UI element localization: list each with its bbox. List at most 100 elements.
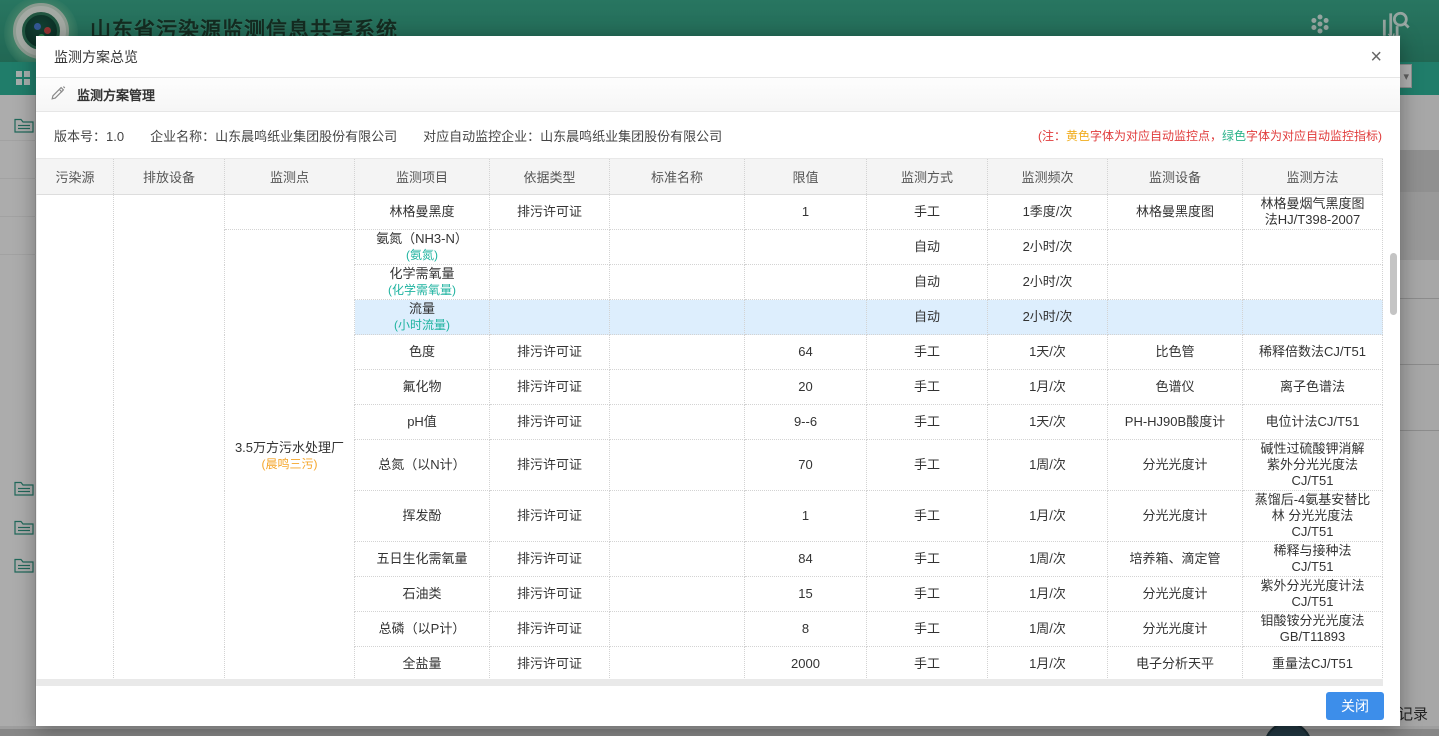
column-header: 排放设备 bbox=[114, 159, 225, 195]
table-cell bbox=[610, 542, 745, 577]
table-cell: 全盐量 bbox=[355, 647, 490, 682]
table-cell bbox=[610, 577, 745, 612]
table-cell bbox=[610, 647, 745, 682]
table-cell: 重量法CJ/T51 bbox=[1243, 647, 1383, 682]
column-header: 监测方法 bbox=[1243, 159, 1383, 195]
close-button[interactable]: 关闭 bbox=[1326, 692, 1384, 720]
table-cell: 1周/次 bbox=[988, 612, 1108, 647]
auto-company-value: 山东晨鸣纸业集团股份有限公司 bbox=[540, 129, 722, 144]
auto-monitor-sub-label: (化学需氧量) bbox=[359, 282, 485, 298]
table-cell: 蒸馏后-4氨基安替比 林 分光光度法 CJ/T51 bbox=[1243, 491, 1383, 542]
table-cell: 2小时/次 bbox=[988, 300, 1108, 335]
table-cell: 3.5万方污水处理厂(晨鸣三污) bbox=[225, 230, 355, 682]
table-cell: 64 bbox=[745, 335, 867, 370]
monitoring-plan-modal: 监测方案总览 × 监测方案管理 版本号：1.0 企业名称：山东晨鸣纸业集团股份有… bbox=[36, 36, 1400, 726]
table-cell: 1月/次 bbox=[988, 647, 1108, 682]
table-cell: 排污许可证 bbox=[490, 542, 610, 577]
auto-monitor-sub-label: (晨鸣三污) bbox=[229, 456, 350, 472]
table-cell: 色谱仪 bbox=[1108, 370, 1243, 405]
table-cell: 自动 bbox=[867, 265, 988, 300]
table-cell: 1 bbox=[745, 195, 867, 230]
table-cell: 氟化物 bbox=[355, 370, 490, 405]
table-cell: 1季度/次 bbox=[988, 195, 1108, 230]
auto-company-field: 对应自动监控企业：山东晨鸣纸业集团股份有限公司 bbox=[423, 126, 722, 145]
plan-info: 版本号：1.0 企业名称：山东晨鸣纸业集团股份有限公司 对应自动监控企业：山东晨… bbox=[54, 126, 722, 145]
legend-note: (注：黄色字体为对应自动监控点，绿色字体为对应自动监控指标) bbox=[1038, 127, 1382, 144]
table-row[interactable]: 林格曼黑度排污许可证1手工1季度/次林格曼黑度图林格曼烟气黑度图 法HJ/T39… bbox=[37, 195, 1383, 230]
table-cell: 1月/次 bbox=[988, 491, 1108, 542]
table-cell: 手工 bbox=[867, 335, 988, 370]
column-header: 标准名称 bbox=[610, 159, 745, 195]
table-cell: 色度 bbox=[355, 335, 490, 370]
table-cell: 手工 bbox=[867, 542, 988, 577]
plan-info-bar: 版本号：1.0 企业名称：山东晨鸣纸业集团股份有限公司 对应自动监控企业：山东晨… bbox=[36, 112, 1400, 158]
table-cell: 紫外分光光度计法 CJ/T51 bbox=[1243, 577, 1383, 612]
table-cell: 培养箱、滴定管 bbox=[1108, 542, 1243, 577]
table-cell: 稀释与接种法 CJ/T51 bbox=[1243, 542, 1383, 577]
plan-table: 污染源排放设备监测点监测项目依据类型标准名称限值监测方式监测频次监测设备监测方法… bbox=[36, 158, 1383, 682]
company-value: 山东晨鸣纸业集团股份有限公司 bbox=[215, 129, 397, 144]
table-cell: 手工 bbox=[867, 195, 988, 230]
table-cell: 电位计法CJ/T51 bbox=[1243, 405, 1383, 440]
table-cell bbox=[610, 195, 745, 230]
table-cell: 挥发酚 bbox=[355, 491, 490, 542]
table-cell: 1月/次 bbox=[988, 577, 1108, 612]
plan-table-area: 污染源排放设备监测点监测项目依据类型标准名称限值监测方式监测频次监测设备监测方法… bbox=[36, 158, 1400, 686]
version-value: 1.0 bbox=[106, 129, 124, 144]
table-cell bbox=[1108, 265, 1243, 300]
table-cell bbox=[1108, 230, 1243, 265]
table-cell: 分光光度计 bbox=[1108, 491, 1243, 542]
table-cell: 稀释倍数法CJ/T51 bbox=[1243, 335, 1383, 370]
table-cell: 1天/次 bbox=[988, 405, 1108, 440]
version-label: 版本号： bbox=[54, 129, 106, 144]
table-cell: 手工 bbox=[867, 577, 988, 612]
table-cell: 电子分析天平 bbox=[1108, 647, 1243, 682]
table-cell bbox=[610, 230, 745, 265]
table-cell: 排污许可证 bbox=[490, 647, 610, 682]
auto-monitor-sub-label: (小时流量) bbox=[359, 317, 485, 333]
table-cell: 总磷（以P计） bbox=[355, 612, 490, 647]
table-cell: 总氮（以N计） bbox=[355, 440, 490, 491]
column-header: 监测点 bbox=[225, 159, 355, 195]
table-cell: 84 bbox=[745, 542, 867, 577]
table-cell: 手工 bbox=[867, 491, 988, 542]
table-cell: 15 bbox=[745, 577, 867, 612]
table-cell: 排污许可证 bbox=[490, 577, 610, 612]
column-header: 监测方式 bbox=[867, 159, 988, 195]
table-cell: PH-HJ90B酸度计 bbox=[1108, 405, 1243, 440]
table-cell bbox=[610, 370, 745, 405]
company-field: 企业名称：山东晨鸣纸业集团股份有限公司 bbox=[150, 126, 397, 145]
table-cell: 氨氮（NH3-N）(氨氮) bbox=[355, 230, 490, 265]
table-cell: 排污许可证 bbox=[490, 335, 610, 370]
section-header: 监测方案管理 bbox=[36, 78, 1400, 112]
table-cell: 化学需氧量(化学需氧量) bbox=[355, 265, 490, 300]
modal-header: 监测方案总览 × bbox=[36, 36, 1400, 78]
table-cell: 自动 bbox=[867, 300, 988, 335]
table-cell: 排污许可证 bbox=[490, 440, 610, 491]
plan-table-body: 林格曼黑度排污许可证1手工1季度/次林格曼黑度图林格曼烟气黑度图 法HJ/T39… bbox=[37, 195, 1383, 682]
table-cell bbox=[490, 265, 610, 300]
table-cell: 70 bbox=[745, 440, 867, 491]
table-cell: 2000 bbox=[745, 647, 867, 682]
table-cell: 1月/次 bbox=[988, 370, 1108, 405]
table-cell: 分光光度计 bbox=[1108, 577, 1243, 612]
horizontal-scrollbar-track[interactable] bbox=[36, 679, 1383, 686]
table-cell: 手工 bbox=[867, 405, 988, 440]
vertical-scrollbar-thumb[interactable] bbox=[1390, 253, 1397, 315]
close-icon[interactable]: × bbox=[1370, 47, 1382, 67]
table-cell: 手工 bbox=[867, 370, 988, 405]
table-cell: pH值 bbox=[355, 405, 490, 440]
table-cell: 2小时/次 bbox=[988, 230, 1108, 265]
table-cell: 排污许可证 bbox=[490, 370, 610, 405]
table-cell bbox=[610, 335, 745, 370]
table-row[interactable]: 3.5万方污水处理厂(晨鸣三污)氨氮（NH3-N）(氨氮)自动2小时/次 bbox=[37, 230, 1383, 265]
table-cell bbox=[610, 405, 745, 440]
column-header: 依据类型 bbox=[490, 159, 610, 195]
table-cell: 自动 bbox=[867, 230, 988, 265]
column-header: 限值 bbox=[745, 159, 867, 195]
table-cell: 排污许可证 bbox=[490, 491, 610, 542]
table-cell: 1周/次 bbox=[988, 440, 1108, 491]
column-header: 污染源 bbox=[37, 159, 114, 195]
legend-note-part: (注： bbox=[1038, 129, 1066, 143]
section-title: 监测方案管理 bbox=[77, 85, 155, 104]
